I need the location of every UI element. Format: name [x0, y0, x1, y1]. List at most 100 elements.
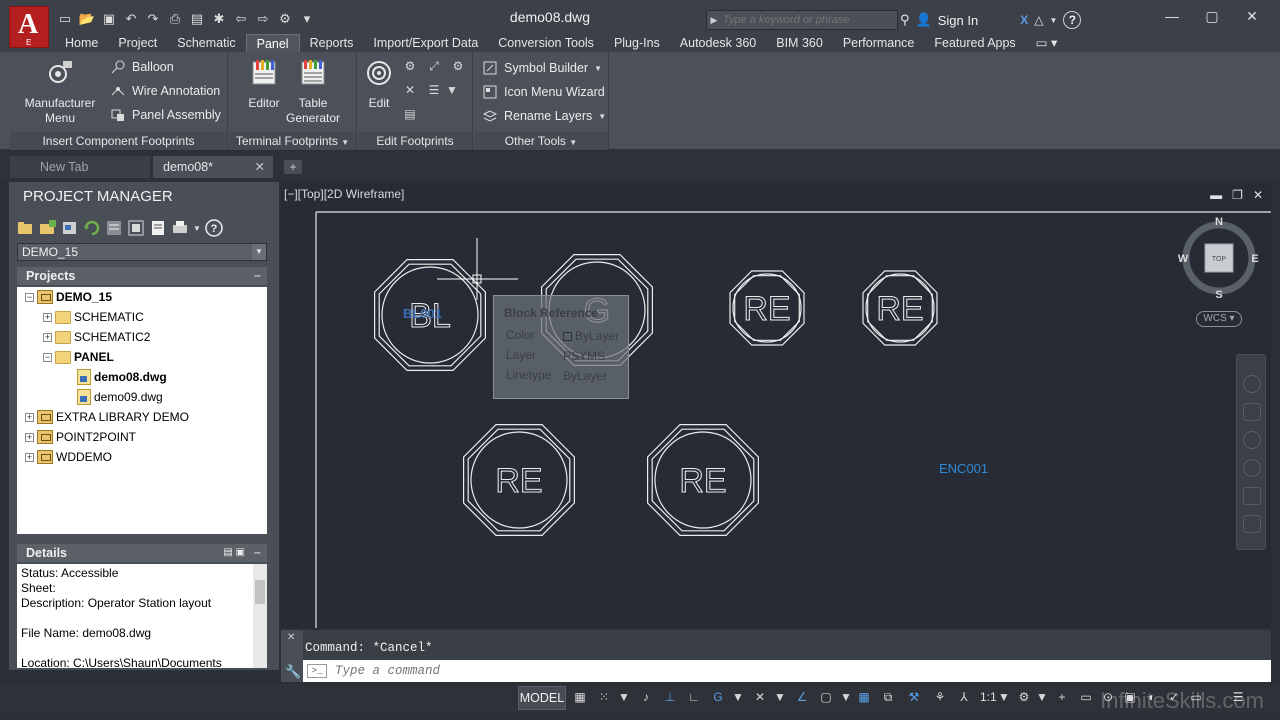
icon-menu-wizard-button[interactable]: Icon Menu Wizard [482, 82, 605, 102]
symbol-builder-dropdown-icon[interactable]: ▼ [594, 64, 602, 73]
command-input[interactable] [327, 661, 1271, 681]
open-icon[interactable]: 📂 [78, 10, 96, 28]
align-footprint-icon[interactable]: ⤢ [426, 58, 442, 74]
new-drawing-icon[interactable] [61, 219, 79, 237]
workspace-switching-icon[interactable]: ⚙ [1016, 689, 1032, 705]
object-snap-tracking-icon[interactable]: ∠ [794, 689, 810, 705]
lineweight-icon[interactable]: ▦ [856, 689, 872, 705]
tree-item[interactable]: − PANEL [43, 348, 114, 366]
tab-featured-apps[interactable]: Featured Apps [924, 34, 1025, 52]
panel-title-terminal[interactable]: Terminal Footprints ▼ [229, 132, 356, 150]
resequence-dropdown-icon[interactable]: ▼ [444, 82, 460, 98]
workspace-icon[interactable]: ⚙ [276, 10, 294, 28]
infer-constraints-icon[interactable]: ♪ [638, 689, 654, 705]
help-dropdown-icon[interactable]: ▼ [1049, 16, 1057, 25]
tree-expander-icon[interactable]: + [25, 432, 34, 442]
showmotion-icon[interactable] [1243, 487, 1261, 505]
terminal-editor-button[interactable]: Editor [243, 58, 285, 111]
help-search-input[interactable] [721, 11, 897, 29]
details-scroll-thumb[interactable] [255, 580, 265, 604]
symbol-builder-button[interactable]: Symbol Builder ▼ [482, 58, 602, 78]
save-icon[interactable]: ▣ [100, 10, 118, 28]
tree-item[interactable]: + EXTRA LIBRARY DEMO [25, 408, 189, 426]
annotation-scale-icon[interactable]: ⅄ [956, 689, 972, 705]
rename-layers-button[interactable]: Rename Layers ▼ [482, 106, 606, 126]
units-icon[interactable]: ▭ [1078, 689, 1094, 705]
viewport-minimize-icon[interactable]: ▬ [1210, 188, 1222, 202]
close-tab-icon[interactable]: ✕ [255, 156, 265, 178]
balloon-button[interactable]: Balloon [110, 57, 174, 77]
tab-plug-ins[interactable]: Plug-Ins [604, 34, 670, 52]
task-list-icon[interactable] [127, 219, 145, 237]
binoculars-icon[interactable]: ⚲ [900, 12, 910, 28]
tab-demo08[interactable]: demo08* ✕ [153, 156, 273, 178]
project-wide-update-icon[interactable] [105, 219, 123, 237]
command-prompt-icon[interactable]: >_ [307, 664, 327, 678]
projects-section-header[interactable]: Projects − [17, 267, 267, 285]
orbit-icon[interactable] [1243, 459, 1261, 477]
project-select[interactable]: DEMO_15 ▼ [17, 243, 267, 261]
panel-assembly-button[interactable]: Panel Assembly [110, 105, 221, 125]
forward-arrow-icon[interactable]: ⇨ [254, 10, 272, 28]
help-icon[interactable]: ? [1063, 11, 1082, 29]
tab-performance[interactable]: Performance [833, 34, 925, 52]
viewcube[interactable]: TOP N S E W [1178, 213, 1260, 303]
tab-bim-360[interactable]: BIM 360 [766, 34, 833, 52]
auto-scale-icon[interactable]: ⚘ [932, 689, 948, 705]
model-space-button[interactable]: MODEL [518, 686, 566, 710]
viewport-close-icon[interactable]: ✕ [1253, 188, 1263, 202]
renumber-icon[interactable]: ▤ [402, 106, 418, 122]
ortho-icon[interactable]: ∟ [686, 689, 702, 705]
edit-footprint-button[interactable]: Edit [362, 58, 396, 111]
command-customize-icon[interactable]: 🔧 [285, 664, 301, 680]
plot-icon[interactable] [171, 219, 189, 237]
tab-schematic[interactable]: Schematic [167, 34, 245, 52]
undo-icon[interactable]: ↶ [122, 10, 140, 28]
tree-item[interactable]: + POINT2POINT [25, 428, 136, 446]
annotation-monitor-icon[interactable]: + [1054, 689, 1070, 705]
plot-icon[interactable]: ⎙ [166, 10, 184, 28]
new-tab[interactable]: New Tab [10, 156, 150, 178]
tree-item[interactable]: + SCHEMATIC [43, 308, 144, 326]
object-snap-dropdown-icon[interactable]: ▼ [838, 689, 854, 705]
panel-title-other[interactable]: Other Tools ▼ [474, 132, 608, 150]
wire-annotation-button[interactable]: Wire Annotation [110, 81, 220, 101]
open-project-icon[interactable] [17, 219, 35, 237]
tree-expander-icon[interactable]: − [43, 352, 52, 362]
tab-project[interactable]: Project [108, 34, 167, 52]
footprint-symbol[interactable]: RE [729, 270, 805, 346]
tab-import-export-data[interactable]: Import/Export Data [363, 34, 488, 52]
close-icon[interactable]: ✕ [1232, 4, 1272, 28]
transparency-icon[interactable]: ⧉ [880, 689, 896, 705]
application-menu-button[interactable]: A E [9, 6, 49, 48]
workspace-dropdown-icon[interactable]: ▼ [1034, 689, 1050, 705]
other-tools-expand-icon[interactable]: ▼ [569, 138, 577, 147]
tab-panel[interactable]: Panel [245, 34, 300, 52]
rename-layers-dropdown-icon[interactable]: ▼ [598, 112, 606, 121]
isometric-dropdown-icon[interactable]: ▼ [772, 689, 788, 705]
settings-icon[interactable]: ✱ [210, 10, 228, 28]
details-section-header[interactable]: Details ▤ ▣ − [17, 544, 267, 562]
collapse-projects-icon[interactable]: − [254, 267, 261, 285]
ribbon-minimize-toggle[interactable]: ▭ ▾ [1026, 34, 1068, 52]
manufacturer-menu-button[interactable]: Manufacturer Menu [20, 58, 100, 126]
scoot-footprint-icon[interactable]: ✕ [402, 82, 418, 98]
navbar-customize-icon[interactable] [1243, 515, 1261, 533]
exchange-icon[interactable]: X [1020, 13, 1028, 27]
polar-tracking-icon[interactable]: G [710, 689, 726, 705]
dynamic-input-icon[interactable]: ⊥ [662, 689, 678, 705]
viewport-controls-label[interactable]: [−][Top][2D Wireframe] [284, 187, 404, 201]
tree-expander-icon[interactable]: + [25, 412, 34, 422]
table-generator-button[interactable]: Table Generator [285, 58, 341, 126]
resequence-icon[interactable]: ☰ [426, 82, 442, 98]
search-expand-icon[interactable]: ▶ [707, 15, 721, 26]
terminal-expand-icon[interactable]: ▼ [341, 138, 349, 147]
tree-expander-icon[interactable]: + [25, 452, 34, 462]
snap-dropdown-icon[interactable]: ▼ [616, 689, 632, 705]
steering-wheel-icon[interactable] [1243, 375, 1261, 393]
redo-icon[interactable]: ↷ [144, 10, 162, 28]
tree-item[interactable]: + SCHEMATIC2 [43, 328, 150, 346]
a360-icon[interactable]: △ [1034, 13, 1043, 27]
viewport-restore-icon[interactable]: ❐ [1232, 188, 1243, 202]
pan-icon[interactable] [1243, 403, 1261, 421]
